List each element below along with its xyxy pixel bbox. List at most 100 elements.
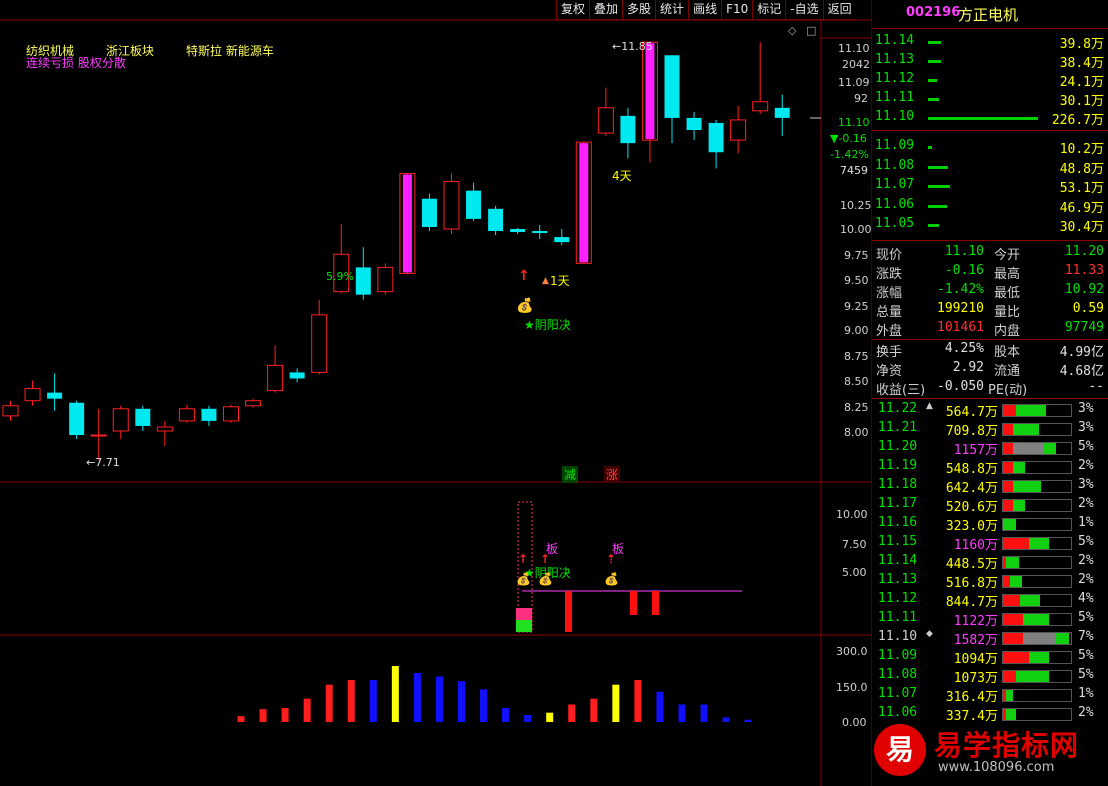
net-assets: 2.92 (952, 360, 984, 375)
vp-price: 11.20 (878, 439, 918, 454)
vp-percent: 2% (1078, 496, 1094, 511)
order-book-row[interactable]: 11.05 30.4万 (872, 216, 1108, 235)
volume-bar (391, 666, 399, 722)
vp-percent: 3% (1078, 401, 1094, 416)
vp-percent: 5% (1078, 534, 1094, 549)
vp-percent: 5% (1078, 439, 1094, 454)
change-value: -0.16 (944, 263, 984, 278)
volume-profile-row[interactable]: 11.20 1157万 5% (872, 438, 1108, 458)
remove-watchlist-button[interactable]: -自选 (785, 0, 823, 20)
indicator-bar (565, 591, 572, 632)
order-volume-bar (928, 60, 941, 63)
order-book-row[interactable]: 11.10 226.7万 (872, 109, 1108, 128)
volume-profile-row[interactable]: 11.15 1160万 5% (872, 533, 1108, 553)
divider (872, 28, 1108, 29)
outer-volume: 101461 (937, 320, 984, 335)
vp-price: 11.14 (878, 553, 918, 568)
volume-profile-row[interactable]: 11.22 ▲ 564.7万 3% (872, 400, 1108, 420)
indicator-bar (652, 591, 659, 615)
vp-volume: 1073万 (953, 671, 998, 686)
order-book-row[interactable]: 11.14 39.8万 (872, 33, 1108, 52)
order-book-row[interactable]: 11.09 10.2万 (872, 138, 1108, 157)
low-price: 10.92 (1064, 282, 1104, 297)
small-square-icon[interactable]: □ (806, 24, 816, 37)
top-toolbar: 复权 叠加 多股 统计 画线 F10 标记 -自选 返回 (556, 0, 856, 20)
volume-profile-row[interactable]: 11.08 1073万 5% (872, 666, 1108, 686)
order-price: 11.09 (875, 138, 915, 153)
volume-profile-row[interactable]: 11.19 548.8万 2% (872, 457, 1108, 477)
quote-label: 总量 (876, 305, 903, 320)
turnover: 4.25% (944, 341, 984, 356)
vp-volume: 516.8万 (945, 576, 998, 591)
vp-volume: 1160万 (953, 538, 998, 553)
vp-bar (1002, 461, 1072, 474)
fuquan-button[interactable]: 复权 (556, 0, 590, 20)
order-price: 11.06 (875, 196, 915, 212)
volume-profile-row[interactable]: 11.07 316.4万 1% (872, 685, 1108, 705)
vp-bar (1002, 613, 1072, 626)
order-price: 11.13 (875, 52, 915, 67)
volume-profile-row[interactable]: 11.12 844.7万 4% (872, 590, 1108, 610)
volume-bar (656, 691, 664, 722)
draw-line-button[interactable]: 画线 (688, 0, 722, 20)
order-book-row[interactable]: 11.12 24.1万 (872, 71, 1108, 90)
vp-bar (1002, 423, 1072, 436)
candle-body (311, 314, 328, 373)
order-book-row[interactable]: 11.11 30.1万 (872, 90, 1108, 109)
earnings: -0.050 (937, 379, 984, 394)
order-book-row[interactable]: 11.07 53.1万 (872, 177, 1108, 196)
volume-ratio: 0.59 (1072, 301, 1104, 316)
small-diamond-icon[interactable]: ◇ (788, 24, 796, 37)
candle-body (289, 372, 305, 379)
order-volume: 48.8万 (1059, 161, 1104, 177)
candle-body (774, 107, 790, 118)
sub-axis-tick: 7.50 (842, 538, 867, 551)
order-book-row[interactable]: 11.13 38.4万 (872, 52, 1108, 71)
volume-bar (325, 684, 333, 722)
vp-bar (1002, 499, 1072, 512)
order-volume: 24.1万 (1059, 75, 1104, 90)
axis-marker: 92 (854, 92, 868, 105)
stock-code[interactable]: 002196 (906, 5, 960, 20)
back-button[interactable]: 返回 (822, 0, 856, 20)
volume-profile-row[interactable]: 11.11 1122万 5% (872, 609, 1108, 629)
volume-profile-row[interactable]: 11.14 448.5万 2% (872, 552, 1108, 572)
volume-profile-row[interactable]: 11.17 520.6万 2% (872, 495, 1108, 515)
quote-row: 总量 199210 量比 0.59 (872, 300, 1108, 320)
multi-stock-button[interactable]: 多股 (622, 0, 656, 20)
volume-profile-row[interactable]: 11.21 709.8万 3% (872, 419, 1108, 439)
order-book-row[interactable]: 11.06 46.9万 (872, 197, 1108, 216)
f10-button[interactable]: F10 (721, 0, 753, 20)
overlay-button[interactable]: 叠加 (589, 0, 623, 20)
statistics-button[interactable]: 统计 (655, 0, 689, 20)
volume-profile-row[interactable]: 11.09 1094万 5% (872, 647, 1108, 667)
vp-price: 11.10 (878, 629, 918, 644)
vp-volume: 1157万 (953, 443, 998, 458)
candle-body (90, 434, 107, 437)
vp-volume: 323.0万 (945, 519, 998, 534)
volume-profile-row[interactable]: 11.06 337.4万 2% (872, 704, 1108, 724)
vp-percent: 1% (1078, 515, 1094, 530)
vp-volume: 844.7万 (945, 595, 998, 610)
candle-body (178, 408, 195, 422)
volume-profile-row[interactable]: 11.16 323.0万 1% (872, 514, 1108, 534)
volume-profile-row[interactable]: 11.10 ◆ 1582万 7% (872, 628, 1108, 648)
order-price: 11.12 (875, 71, 915, 86)
vp-volume: 448.5万 (945, 557, 998, 572)
jian-badge: 减 (562, 466, 579, 483)
mark-button[interactable]: 标记 (752, 0, 786, 20)
stock-name[interactable]: 方正电机 (958, 4, 1018, 25)
quote-row: 换手 4.25% 股本 4.99亿 (872, 340, 1108, 360)
sector-tag-tesla[interactable]: 特斯拉 新能源车 (186, 42, 274, 59)
order-book-row[interactable]: 11.08 48.8万 (872, 158, 1108, 177)
candlestick-chart[interactable] (0, 0, 872, 786)
sector-tag-loss[interactable]: 连续亏损 股权分散 (26, 54, 126, 71)
volume-profile-row[interactable]: 11.13 516.8万 2% (872, 571, 1108, 591)
money-bag-icon: 💰 (516, 572, 531, 586)
volume-bar (303, 698, 311, 722)
volume-profile-row[interactable]: 11.18 642.4万 3% (872, 476, 1108, 496)
vp-volume: 1582万 (953, 633, 998, 648)
vp-price: 11.11 (878, 610, 918, 625)
vp-percent: 2% (1078, 458, 1094, 473)
divider (872, 398, 1108, 399)
